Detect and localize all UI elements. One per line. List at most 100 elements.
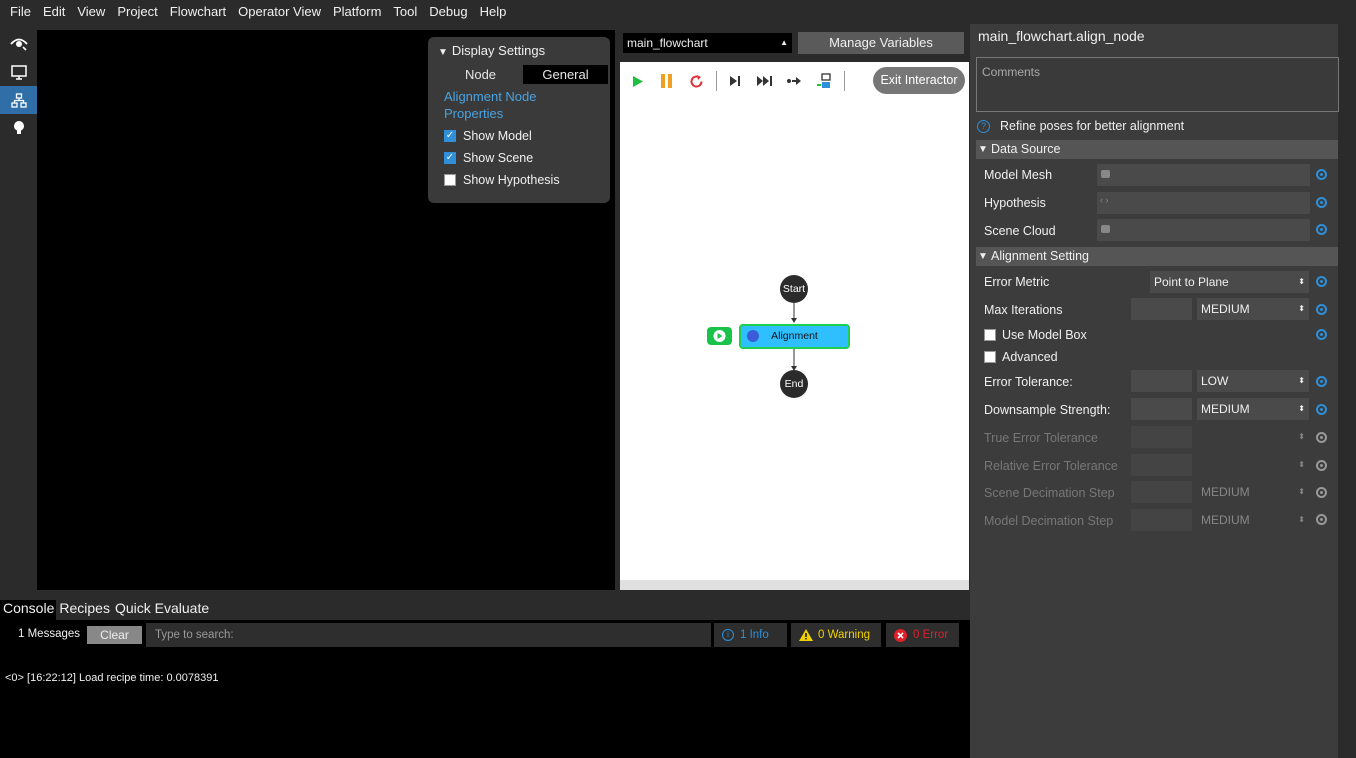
monitor-icon[interactable] [0,58,37,86]
scene-cloud-link-icon[interactable] [1316,224,1327,235]
hypothesis-link-icon[interactable] [1316,197,1327,208]
advanced-row[interactable]: Advanced [984,350,1058,364]
max-iterations-input[interactable] [1131,298,1192,320]
end-node[interactable]: End [780,370,808,398]
flowchart-select[interactable]: main_flowchart ▲ [623,33,792,53]
log-line: <0> [16:22:12] Load recipe time: 0.00783… [5,672,219,684]
play-icon [713,330,726,342]
true-error-tolerance-link-icon[interactable] [1316,432,1327,443]
relative-error-tolerance-link-icon[interactable] [1316,460,1327,471]
properties-scrollbar[interactable] [1338,24,1356,758]
warning-filter-button[interactable]: 0 Warning [791,623,881,647]
error-tolerance-label: Error Tolerance: [984,375,1073,389]
use-model-box-checkbox[interactable] [984,329,996,341]
comments-field[interactable]: Comments [976,57,1339,112]
info-icon: i [722,629,734,641]
show-scene-checkbox-row[interactable]: ✓ Show Scene [444,151,533,165]
error-metric-link-icon[interactable] [1316,276,1327,287]
show-hypothesis-checkbox-row[interactable]: Show Hypothesis [444,173,560,187]
model-mesh-field[interactable] [1097,164,1310,186]
advanced-checkbox[interactable] [984,351,996,363]
model-decimation-step-dropdown[interactable]: MEDIUM ⬍ [1197,509,1309,531]
node-run-button[interactable] [707,327,732,345]
info-filter-button[interactable]: i1 Info [714,623,787,647]
scene-decimation-step-link-icon[interactable] [1316,487,1327,498]
error-tolerance-dropdown[interactable]: LOW ⬍ [1197,370,1309,392]
manage-variables-button[interactable]: Manage Variables [798,32,964,54]
menu-project[interactable]: Project [111,0,163,24]
error-metric-label: Error Metric [984,275,1050,289]
error-filter-button[interactable]: 0 Error [886,623,959,647]
error-metric-dropdown[interactable]: Point to Plane ⬍ [1150,271,1309,293]
max-iterations-dropdown[interactable]: MEDIUM ⬍ [1197,298,1309,320]
display-settings-header[interactable]: ▼ Display Settings [438,43,545,58]
warning-icon [799,629,813,641]
flowchart-icon[interactable] [0,86,37,114]
scene-decimation-step-dropdown[interactable]: MEDIUM ⬍ [1197,481,1309,503]
eye-icon[interactable] [0,30,37,58]
scene-cloud-label: Scene Cloud [984,224,1056,238]
scene-decimation-step-label: Scene Decimation Step [984,486,1115,500]
model-decimation-step-input[interactable] [1131,509,1192,531]
tab-node[interactable]: Node [438,65,523,84]
show-hypothesis-checkbox[interactable] [444,174,456,186]
data-source-section[interactable]: ▼ Data Source [976,140,1338,159]
tab-general[interactable]: General [523,65,608,84]
downsample-strength-link-icon[interactable] [1316,404,1327,415]
max-iterations-label: Max Iterations [984,303,1063,317]
true-error-tolerance-input[interactable] [1131,426,1192,448]
tab-quick-evaluate[interactable]: Quick Evaluate [112,600,211,620]
max-iterations-link-icon[interactable] [1316,304,1327,315]
true-error-tolerance-dropdown[interactable]: ⬍ [1197,426,1309,448]
display-settings-panel: ▼ Display Settings Node General Alignment… [428,37,610,203]
menu-operator-view[interactable]: Operator View [232,0,327,24]
menu-platform[interactable]: Platform [327,0,387,24]
clear-button[interactable]: Clear [87,626,142,644]
menu-edit[interactable]: Edit [37,0,71,24]
relative-error-tolerance-dropdown[interactable]: ⬍ [1197,454,1309,476]
model-mesh-link-icon[interactable] [1316,169,1327,180]
scene-cloud-field[interactable] [1097,219,1310,241]
console-search-input[interactable]: Type to search: [146,623,711,647]
show-scene-checkbox[interactable]: ✓ [444,152,456,164]
node-title: main_flowchart.align_node [978,28,1145,44]
camera-icon [1101,225,1110,233]
error-tolerance-input[interactable] [1131,370,1192,392]
model-decimation-step-link-icon[interactable] [1316,514,1327,525]
model-decimation-step-label: Model Decimation Step [984,514,1114,528]
console-tabs: Console Recipes Quick Evaluate [0,590,970,620]
use-model-box-row[interactable]: Use Model Box [984,328,1087,342]
menu-tool[interactable]: Tool [387,0,423,24]
collapse-triangle-icon: ▼ [978,144,988,155]
show-model-checkbox-row[interactable]: ✓ Show Model [444,129,532,143]
scene-decimation-step-input[interactable] [1131,481,1192,503]
error-icon [894,628,907,642]
menu-flowchart[interactable]: Flowchart [164,0,232,24]
downsample-strength-dropdown[interactable]: MEDIUM ⬍ [1197,398,1309,420]
chevron-updown-icon: ⬍ [1298,304,1305,313]
flowchart-scrollbar[interactable] [620,580,969,590]
use-model-box-link-icon[interactable] [1316,329,1327,340]
menu-file[interactable]: File [4,0,37,24]
menu-debug[interactable]: Debug [423,0,473,24]
start-node[interactable]: Start [780,275,808,303]
flowchart-edges [791,303,797,371]
help-icon[interactable]: ? [977,119,990,133]
alignment-node-properties-link[interactable]: Alignment Node Properties [444,88,594,122]
tab-recipes[interactable]: Recipes [56,600,112,620]
true-error-tolerance-label: True Error Tolerance [984,431,1098,445]
hypothesis-label: Hypothesis [984,196,1046,210]
downsample-strength-input[interactable] [1131,398,1192,420]
relative-error-tolerance-input[interactable] [1131,454,1192,476]
chevron-updown-icon: ▲ [780,38,788,47]
menu-help[interactable]: Help [474,0,513,24]
alignment-node[interactable]: Alignment [739,324,850,349]
alignment-setting-section[interactable]: ▼ Alignment Setting [976,247,1338,266]
show-model-checkbox[interactable]: ✓ [444,130,456,142]
error-tolerance-link-icon[interactable] [1316,376,1327,387]
tab-console[interactable]: Console [0,600,57,620]
brackets-icon: ‹ › [1100,195,1109,205]
lightbulb-icon[interactable] [0,114,37,142]
hypothesis-field[interactable]: ‹ › [1097,192,1310,214]
menu-view[interactable]: View [71,0,111,24]
